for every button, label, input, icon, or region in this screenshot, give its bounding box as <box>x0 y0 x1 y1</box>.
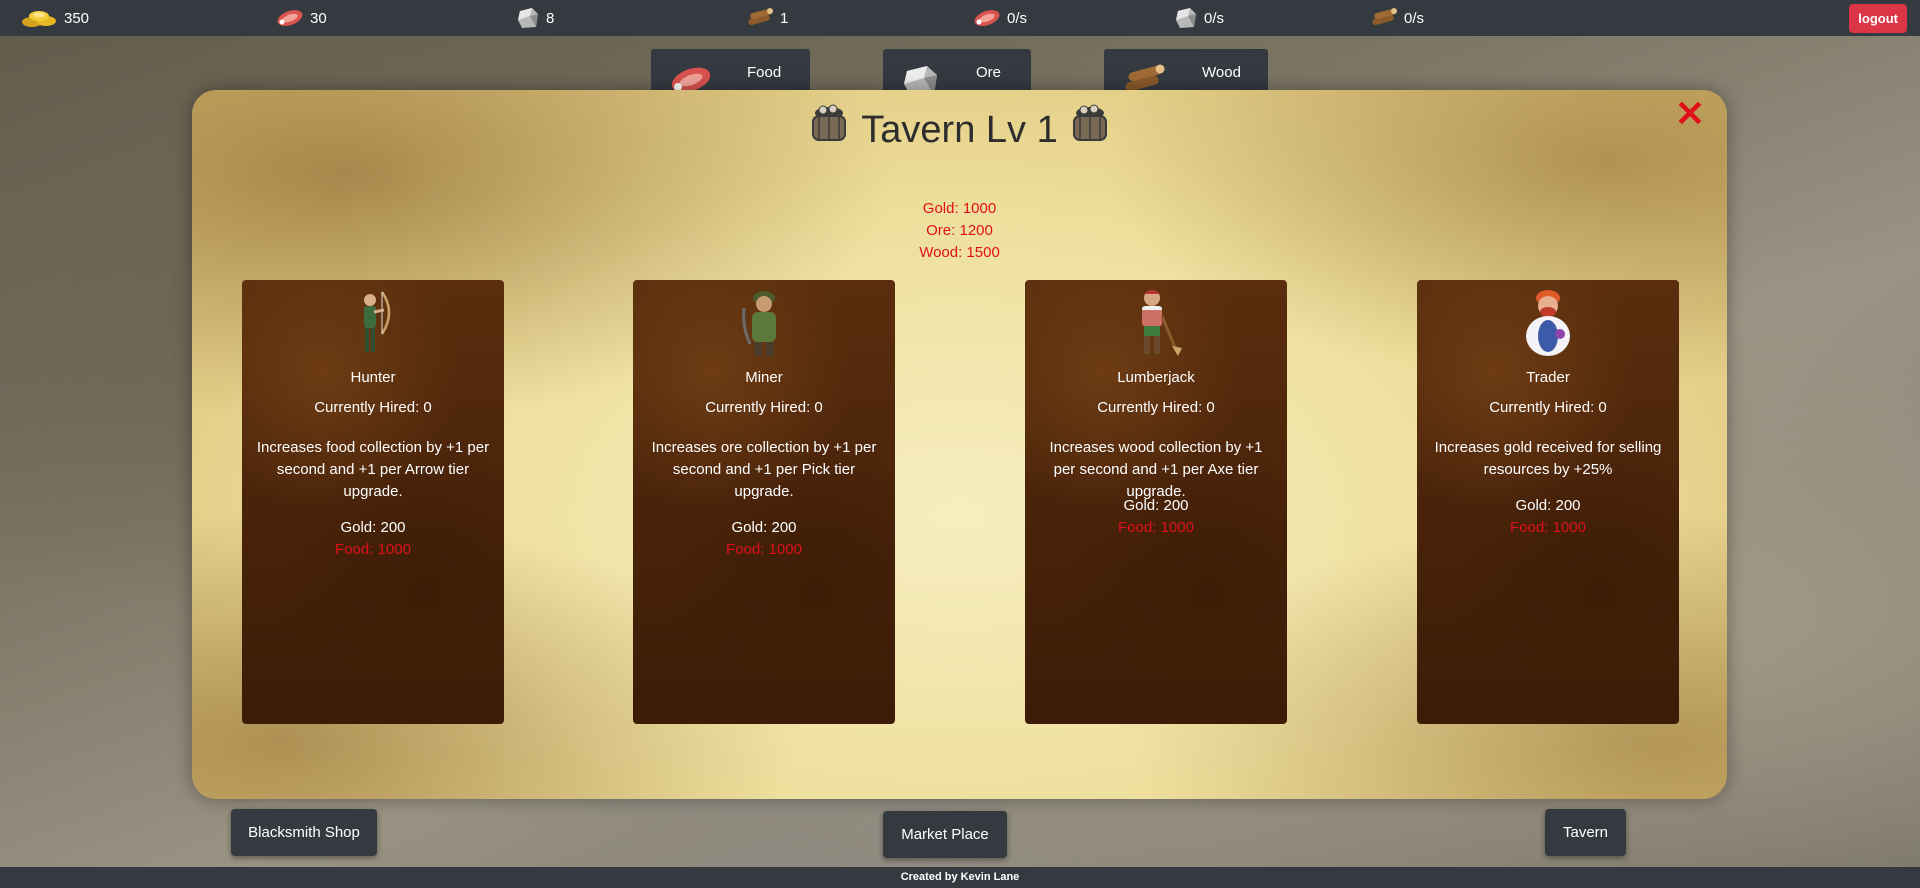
logout-button[interactable]: logout <box>1849 4 1907 33</box>
tavern-button[interactable]: Tavern <box>1545 809 1626 856</box>
trader-description: Increases gold received for selling reso… <box>1434 439 1662 478</box>
hunter-name: Hunter <box>350 369 396 386</box>
trader-hired: Currently Hired: 0 <box>1489 399 1607 416</box>
upgrade-cost-wood: Wood: 1500 <box>919 244 1000 261</box>
lumberjack-portrait-icon <box>1025 286 1287 360</box>
gold-amount: 350 <box>64 9 90 27</box>
ore-amount: 8 <box>546 9 555 27</box>
lumberjack-description: Increases wood collection by +1 per seco… <box>1049 439 1263 500</box>
miner-description: Increases ore collection by +1 per secon… <box>651 439 877 500</box>
barrel-icon <box>1068 104 1112 156</box>
upgrade-cost-gold: Gold: 1000 <box>922 200 997 217</box>
wood-amount: 1 <box>780 9 789 27</box>
food-counter: 30 <box>276 0 327 36</box>
hunter-hired: Currently Hired: 0 <box>314 399 432 416</box>
wood-counter: 1 <box>746 0 788 36</box>
hunter-card[interactable]: Hunter Currently Hired: 0 Increases food… <box>242 280 504 724</box>
lumberjack-name: Lumberjack <box>1117 369 1195 386</box>
ore-rate: 0/s <box>1204 9 1225 27</box>
gold-coins-icon <box>20 6 58 30</box>
lumberjack-food-cost: Food: 1000 <box>1118 519 1194 536</box>
footer-credit: Created by Kevin Lane <box>0 867 1920 888</box>
miner-hired: Currently Hired: 0 <box>705 399 823 416</box>
gold-counter: 350 <box>20 0 89 36</box>
wood-icon <box>1370 7 1398 29</box>
trader-card[interactable]: Trader Currently Hired: 0 Increases gold… <box>1417 280 1679 724</box>
hunter-gold-cost: Gold: 200 <box>340 519 406 536</box>
trader-food-cost: Food: 1000 <box>1510 519 1586 536</box>
wood-rate: 0/s <box>1404 9 1425 27</box>
wood-icon <box>746 7 774 29</box>
miner-food-cost: Food: 1000 <box>726 541 802 558</box>
market-place-button[interactable]: Market Place <box>883 811 1007 858</box>
barrel-icon <box>807 104 851 156</box>
tab-ore-label: Ore <box>976 64 1002 81</box>
modal-title-text: Tavern Lv 1 <box>861 108 1058 151</box>
ore-icon <box>1174 6 1198 30</box>
ore-rate-counter: 0/s <box>1174 0 1224 36</box>
hunter-portrait-icon <box>242 286 504 360</box>
lumberjack-gold-cost: Gold: 200 <box>1123 497 1189 514</box>
miner-gold-cost: Gold: 200 <box>731 519 797 536</box>
food-rate: 0/s <box>1007 9 1028 27</box>
food-rate-counter: 0/s <box>973 0 1027 36</box>
lumberjack-card[interactable]: Lumberjack Currently Hired: 0 Increases … <box>1025 280 1287 724</box>
food-amount: 30 <box>310 9 327 27</box>
tavern-upgrade-cost: Gold: 1000 Ore: 1200 Wood: 1500 <box>192 198 1727 264</box>
tavern-modal: Tavern Lv 1 ✕ Gold: 1000 Ore: 1200 Wood:… <box>192 90 1727 799</box>
trader-portrait-icon <box>1417 286 1679 360</box>
top-resource-bar: 350 30 8 1 0/s 0/s 0/s logout <box>0 0 1920 36</box>
ore-icon <box>516 6 540 30</box>
tab-wood-label: Wood <box>1202 64 1241 81</box>
trader-gold-cost: Gold: 200 <box>1515 497 1581 514</box>
upgrade-cost-ore: Ore: 1200 <box>926 222 993 239</box>
miner-card[interactable]: Miner Currently Hired: 0 Increases ore c… <box>633 280 895 724</box>
miner-portrait-icon <box>633 286 895 360</box>
wood-rate-counter: 0/s <box>1370 0 1424 36</box>
miner-name: Miner <box>745 369 783 386</box>
hunter-description: Increases food collection by +1 per seco… <box>256 439 490 500</box>
blacksmith-shop-button[interactable]: Blacksmith Shop <box>231 809 377 856</box>
meat-icon <box>973 7 1001 29</box>
lumberjack-hired: Currently Hired: 0 <box>1097 399 1215 416</box>
trader-name: Trader <box>1526 369 1570 386</box>
meat-icon <box>276 7 304 29</box>
tab-food-label: Food <box>747 64 782 81</box>
modal-title: Tavern Lv 1 <box>192 104 1727 156</box>
hunter-food-cost: Food: 1000 <box>335 541 411 558</box>
ore-counter: 8 <box>516 0 554 36</box>
close-icon[interactable]: ✕ <box>1675 96 1705 132</box>
